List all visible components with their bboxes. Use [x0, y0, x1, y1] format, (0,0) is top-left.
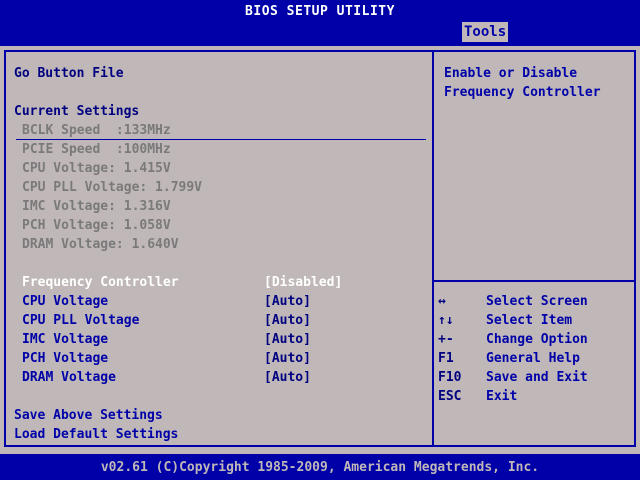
- key-desc-general-help: General Help: [486, 351, 580, 366]
- settings-pane: Go Button File Current Settings BCLK Spe…: [4, 50, 434, 447]
- setting-label-frequency-controller[interactable]: Frequency Controller: [22, 273, 179, 292]
- current-settings-header: Current Settings: [14, 104, 140, 119]
- readout-cpu-pll-voltage: CPU PLL Voltage: 1.799V: [22, 180, 203, 195]
- setting-label-pch-voltage[interactable]: PCH Voltage: [22, 349, 108, 368]
- key-desc-select-item: Select Item: [486, 313, 573, 328]
- window-title: BIOS SETUP UTILITY: [0, 0, 640, 22]
- setting-value-frequency-controller[interactable]: [Disabled]: [264, 273, 342, 292]
- key-desc-save-and-exit: Save and Exit: [486, 370, 588, 385]
- help-description-line2: Frequency Controller: [444, 85, 601, 100]
- setting-value-dram-voltage[interactable]: [Auto]: [264, 368, 311, 387]
- tab-tools[interactable]: Tools: [462, 22, 509, 42]
- setting-label-dram-voltage[interactable]: DRAM Voltage: [22, 368, 116, 387]
- setting-label-imc-voltage[interactable]: IMC Voltage: [22, 330, 108, 349]
- load-default-settings-item[interactable]: Load Default Settings: [14, 425, 178, 444]
- main-panel: Go Button File Current Settings BCLK Spe…: [0, 46, 640, 454]
- readout-dram-voltage: DRAM Voltage: 1.640V: [22, 237, 179, 252]
- page-title: Go Button File: [14, 66, 124, 81]
- setting-label-cpu-pll-voltage[interactable]: CPU PLL Voltage: [22, 311, 139, 330]
- tab-bar: Tools: [0, 22, 640, 42]
- setting-value-imc-voltage[interactable]: [Auto]: [264, 330, 311, 349]
- key-arrows-horizontal: ↔: [438, 294, 446, 309]
- key-plus-minus: +-: [438, 332, 454, 347]
- readout-pcie-speed: PCIE Speed :100MHz: [22, 142, 171, 157]
- save-above-settings-item[interactable]: Save Above Settings: [14, 406, 163, 425]
- key-f10: F10: [438, 370, 462, 385]
- key-desc-change-option: Change Option: [486, 332, 588, 347]
- key-desc-exit: Exit: [486, 389, 518, 404]
- setting-value-pch-voltage[interactable]: [Auto]: [264, 349, 311, 368]
- key-esc: ESC: [438, 389, 462, 404]
- key-f1: F1: [438, 351, 454, 366]
- readout-cpu-voltage: CPU Voltage: 1.415V: [22, 161, 171, 176]
- readout-imc-voltage: IMC Voltage: 1.316V: [22, 199, 171, 214]
- copyright-footer: v02.61 (C)Copyright 1985-2009, American …: [0, 456, 640, 480]
- help-divider: [434, 280, 634, 282]
- key-arrows-vertical: ↑↓: [438, 313, 454, 328]
- setting-value-cpu-voltage[interactable]: [Auto]: [264, 292, 311, 311]
- help-description-line1: Enable or Disable: [444, 66, 578, 81]
- key-desc-select-screen: Select Screen: [486, 294, 588, 309]
- help-pane: Enable or Disable Frequency Controller ↔…: [434, 50, 636, 447]
- readout-bclk-speed: BCLK Speed :133MHz: [22, 123, 171, 138]
- setting-value-cpu-pll-voltage[interactable]: [Auto]: [264, 311, 311, 330]
- readout-pch-voltage: PCH Voltage: 1.058V: [22, 218, 171, 233]
- setting-label-cpu-voltage[interactable]: CPU Voltage: [22, 292, 108, 311]
